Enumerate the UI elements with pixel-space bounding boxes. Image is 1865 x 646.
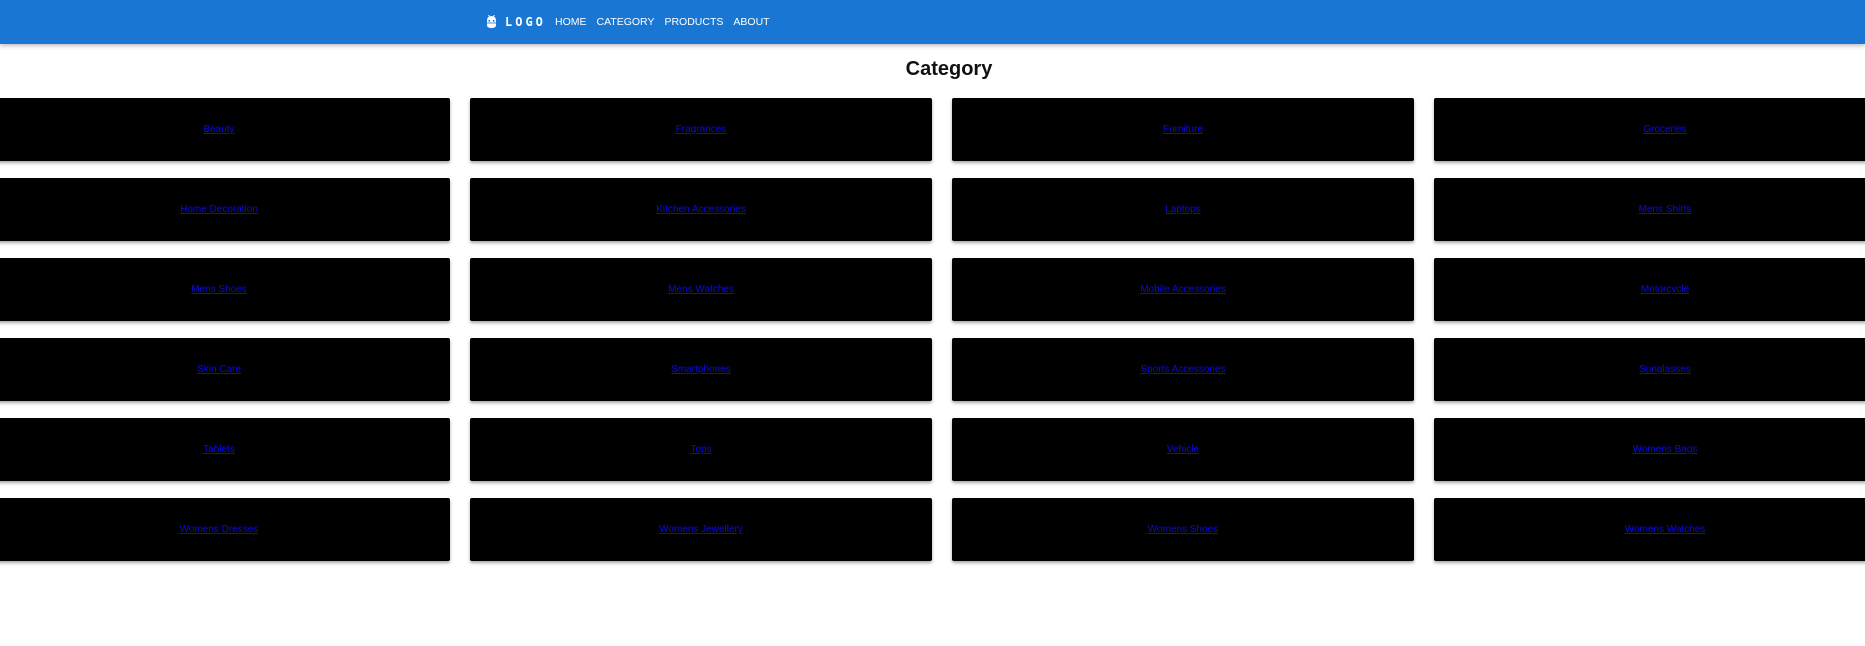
main-nav: HOME CATEGORY PRODUCTS ABOUT xyxy=(555,14,780,30)
category-card[interactable]: Skin Care xyxy=(0,338,450,401)
category-card[interactable]: Sports Accessories xyxy=(952,338,1414,401)
category-card[interactable]: Mens Watches xyxy=(470,258,932,321)
category-card[interactable]: Sunglasses xyxy=(1434,338,1865,401)
category-link[interactable]: Motorcycle xyxy=(1641,284,1689,295)
category-link[interactable]: Mens Shirts xyxy=(1639,204,1692,215)
category-link[interactable]: Mens Shoes xyxy=(191,284,247,295)
category-card[interactable]: Smartphones xyxy=(470,338,932,401)
logo[interactable]: LOGO xyxy=(486,14,546,30)
category-link[interactable]: Mens Watches xyxy=(668,284,734,295)
category-card[interactable]: Mens Shoes xyxy=(0,258,450,321)
category-link[interactable]: Home Decoration xyxy=(180,204,258,215)
category-card[interactable]: Motorcycle xyxy=(1434,258,1865,321)
category-link[interactable]: Groceries xyxy=(1643,124,1686,135)
category-link[interactable]: Womens Shoes xyxy=(1148,524,1218,535)
category-card[interactable]: Womens Dresses xyxy=(0,498,450,561)
category-card[interactable]: Womens Bags xyxy=(1434,418,1865,481)
category-card[interactable]: Fragrances xyxy=(470,98,932,161)
category-link[interactable]: Womens Bags xyxy=(1633,444,1698,455)
category-link[interactable]: Beauty xyxy=(203,124,234,135)
category-link[interactable]: Womens Watches xyxy=(1625,524,1706,535)
category-card[interactable]: Home Decoration xyxy=(0,178,450,241)
category-link[interactable]: Tablets xyxy=(203,444,235,455)
category-link[interactable]: Tops xyxy=(690,444,711,455)
category-link[interactable]: Womens Jewellery xyxy=(659,524,743,535)
logo-text: LOGO xyxy=(505,15,546,29)
category-card[interactable]: Tablets xyxy=(0,418,450,481)
category-card[interactable]: Womens Watches xyxy=(1434,498,1865,561)
category-card[interactable]: Womens Shoes xyxy=(952,498,1414,561)
category-link[interactable]: Vehicle xyxy=(1167,444,1199,455)
nav-about[interactable]: ABOUT xyxy=(733,14,769,30)
category-link[interactable]: Smartphones xyxy=(671,364,730,375)
category-card[interactable]: Mobile Accessories xyxy=(952,258,1414,321)
adb-icon xyxy=(486,14,497,29)
category-link[interactable]: Skin Care xyxy=(197,364,241,375)
category-link[interactable]: Mobile Accessories xyxy=(1140,284,1226,295)
category-card[interactable]: Laptops xyxy=(952,178,1414,241)
category-link[interactable]: Sunglasses xyxy=(1639,364,1691,375)
category-card[interactable]: Mens Shirts xyxy=(1434,178,1865,241)
page-title: Category xyxy=(905,58,993,80)
category-link[interactable]: Kitchen Accessories xyxy=(656,204,746,215)
category-card[interactable]: Kitchen Accessories xyxy=(470,178,932,241)
category-card[interactable]: Womens Jewellery xyxy=(470,498,932,561)
category-card[interactable]: Vehicle xyxy=(952,418,1414,481)
category-grid: Beauty Fragrances Furniture Groceries Ho… xyxy=(0,98,1865,561)
category-card[interactable]: Tops xyxy=(470,418,932,481)
category-card[interactable]: Furniture xyxy=(952,98,1414,161)
nav-home[interactable]: HOME xyxy=(555,14,587,30)
category-link[interactable]: Sports Accessories xyxy=(1140,364,1225,375)
category-link[interactable]: Laptops xyxy=(1165,204,1201,215)
category-card[interactable]: Groceries xyxy=(1434,98,1865,161)
app-bar: LOGO HOME CATEGORY PRODUCTS ABOUT xyxy=(0,0,1865,44)
category-card[interactable]: Beauty xyxy=(0,98,450,161)
category-link[interactable]: Furniture xyxy=(1163,124,1203,135)
category-link[interactable]: Fragrances xyxy=(676,124,727,135)
category-link[interactable]: Womens Dresses xyxy=(180,524,259,535)
nav-products[interactable]: PRODUCTS xyxy=(664,14,723,30)
nav-category[interactable]: CATEGORY xyxy=(597,14,655,30)
